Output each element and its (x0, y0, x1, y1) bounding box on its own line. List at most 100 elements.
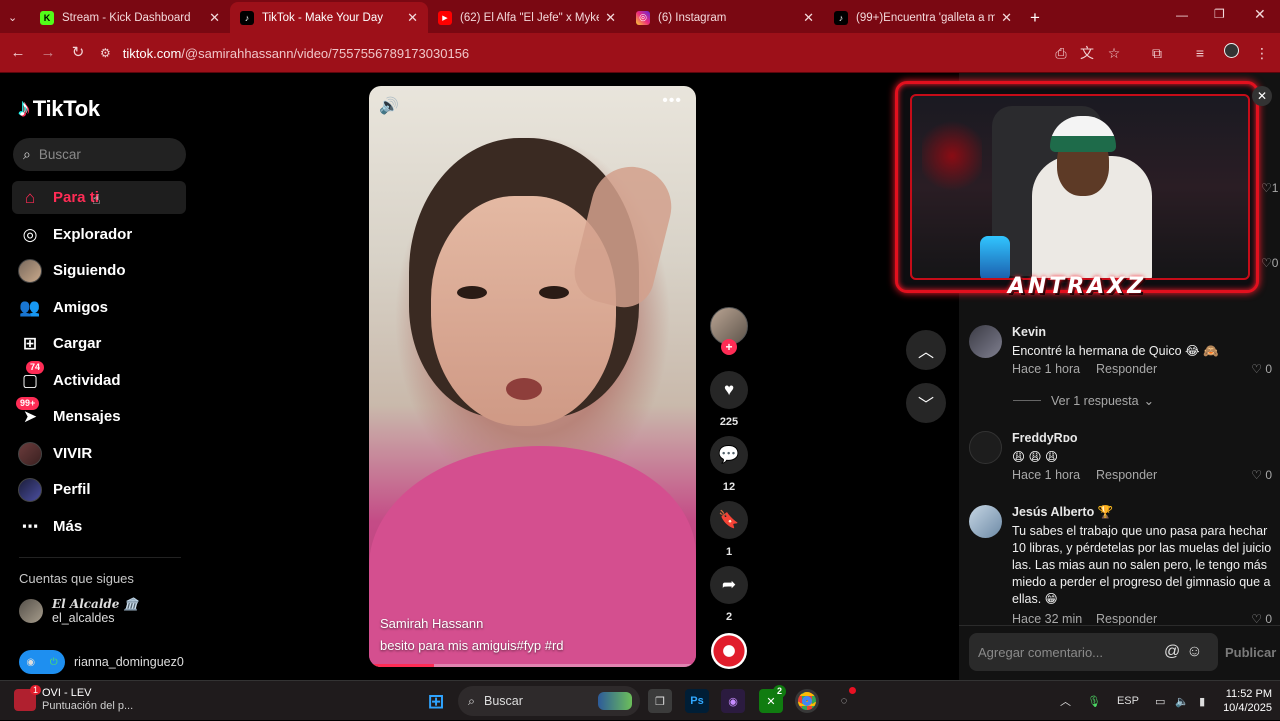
sidebar-item-vivir[interactable]: VIVIR (12, 437, 186, 470)
language-indicator[interactable]: ESP (1117, 695, 1139, 707)
extensions-icon[interactable]: ⧉ (1145, 41, 1169, 65)
close-icon[interactable]: ✕ (209, 10, 220, 26)
webcam-glow (922, 116, 982, 196)
url-field[interactable]: ⚙ tiktok.com/@samirahhassann/video/75575… (100, 38, 1130, 68)
comment-input[interactable] (978, 644, 1158, 660)
close-icon[interactable]: ✕ (803, 10, 814, 26)
chrome-icon[interactable] (795, 689, 819, 713)
reply-button[interactable]: Responder (1096, 612, 1157, 625)
windows-start-icon[interactable]: ⊞ (424, 689, 448, 713)
sidebar-search[interactable]: ⌕ (13, 138, 186, 171)
upload-icon: ⊞ (22, 333, 38, 353)
toggle-switch-icon[interactable]: ◉ ⏻ (19, 650, 65, 674)
microphone-icon[interactable]: 🎙 (1087, 695, 1101, 708)
tab-tiktok[interactable]: ♪ TikTok - Make Your Day ✕ (230, 2, 428, 33)
capture-app-icon[interactable]: ◉ (721, 689, 745, 713)
sidebar-item-cargar[interactable]: ⊞ Cargar (12, 327, 186, 360)
reload-button[interactable]: ↻ (66, 41, 90, 65)
avatar[interactable] (969, 431, 1002, 464)
close-icon[interactable]: ✕ (407, 10, 418, 26)
heart-icon: ♥ (723, 380, 735, 399)
xbox-icon[interactable]: ✕ 2 (759, 685, 787, 713)
volume-icon[interactable]: 🔈 (1175, 695, 1189, 708)
comment-button[interactable]: 💬 (710, 436, 748, 474)
mention-icon[interactable]: @ (1164, 643, 1180, 661)
like-button[interactable]: ♥ (710, 371, 748, 409)
sidebar-item-actividad[interactable]: ▢ 74 Actividad (12, 360, 186, 397)
following-account[interactable]: El Alcalde 🏛️ el_alcaldes (19, 597, 139, 625)
comment-like-button[interactable]: ♡ 0 (1251, 362, 1272, 376)
comment-like-button[interactable]: ♡ 0 (1251, 468, 1272, 482)
comment-item: FreddyRᴅᴏ 😩 😩 😩 Hace 1 hora Responder ♡ … (969, 431, 1274, 491)
sidebar-item-siguiendo[interactable]: Siguiendo (12, 254, 186, 287)
view-replies-link[interactable]: Ver 1 respuesta ⌄ (1013, 393, 1154, 408)
close-icon[interactable]: ✕ (1001, 10, 1012, 26)
emoji-icon[interactable]: ☺ (1186, 643, 1202, 661)
translate-icon[interactable]: 文 (1075, 41, 1099, 65)
comment-like-count[interactable]: ♡1 (1261, 181, 1278, 195)
install-app-icon[interactable]: ⎙ (1049, 41, 1073, 65)
network-icon[interactable]: ▭ (1155, 695, 1165, 708)
tiktok-logo[interactable]: ♪ TikTok (18, 95, 100, 123)
close-icon[interactable]: ✕ (605, 10, 616, 26)
video-player[interactable]: 🔊 ••• Samirah Hassann besito para mis am… (369, 86, 696, 667)
task-view-icon[interactable]: ❐ (648, 689, 672, 713)
sidebar-item-mensajes[interactable]: ➤ 99+ Mensajes (12, 396, 186, 433)
taskbar-widget[interactable]: 1 OVI - LEV Puntuación del p... (14, 685, 133, 713)
comment-count: 12 (722, 481, 736, 493)
follow-plus-icon[interactable]: + (721, 339, 737, 355)
site-info-icon[interactable]: ⚙ (100, 46, 111, 60)
publish-button[interactable]: Publicar (1225, 645, 1276, 660)
comment-input-box[interactable]: @ ☺ (969, 633, 1218, 671)
compass-icon: ◎ (22, 224, 38, 244)
avatar[interactable] (969, 505, 1002, 538)
following-account[interactable]: ◉ ⏻ rianna_dominguez0 (19, 650, 184, 674)
video-author[interactable]: Samirah Hassann (380, 616, 483, 631)
battery-icon[interactable]: ▮ (1199, 695, 1205, 708)
window-close-button[interactable]: ✕ (1254, 6, 1266, 23)
video-progress-bar[interactable] (369, 664, 696, 667)
taskbar-clock[interactable]: 11:52 PM 10/4/2025 (1212, 687, 1272, 715)
save-button[interactable]: 🔖 (710, 501, 748, 539)
sidebar-item-amigos[interactable]: 👥 Amigos (12, 291, 186, 324)
taskbar-search[interactable]: ⌕ Buscar (458, 686, 640, 716)
obs-icon[interactable]: ◌ (832, 687, 856, 713)
photoshop-icon[interactable]: Ps (685, 689, 709, 713)
tab-tiktok-search[interactable]: ♪ (99+)Encuentra 'galleta a matar ✕ (824, 2, 1022, 33)
volume-icon[interactable]: 🔊 (379, 96, 399, 116)
tab-youtube[interactable]: ▶ (62) El Alfa "El Jefe" x Myke Tow ✕ (428, 2, 626, 33)
browser-menu-icon[interactable]: ⋮ (1250, 41, 1274, 65)
profile-icon[interactable] (1219, 41, 1243, 65)
close-comments-button[interactable]: ✕ (1252, 86, 1272, 106)
restore-button[interactable]: ❐ (1214, 7, 1225, 21)
next-video-button[interactable]: ﹀ (906, 383, 946, 423)
heart-outline-icon: ♡ (1251, 362, 1262, 376)
new-tab-button[interactable]: + (1024, 2, 1050, 33)
tab-search-menu[interactable]: ⌄ (4, 2, 30, 33)
comment-bubble-icon: 💬 (718, 445, 740, 464)
reply-button[interactable]: Responder (1096, 468, 1157, 482)
avatar[interactable] (969, 325, 1002, 358)
tab-kick[interactable]: K Stream - Kick Dashboard ✕ (30, 2, 230, 33)
sidebar-item-explorador[interactable]: ◎ Explorador (12, 218, 186, 251)
media-control-icon[interactable]: ≡ (1188, 41, 1212, 65)
comment-like-count[interactable]: ♡0 (1261, 256, 1278, 270)
music-disc-icon[interactable] (711, 633, 747, 669)
sidebar-item-mas[interactable]: ⋯ Más (12, 510, 186, 543)
more-options-icon[interactable]: ••• (662, 92, 682, 110)
search-input[interactable] (38, 147, 169, 162)
comment-like-button[interactable]: ♡ 0 (1251, 612, 1272, 625)
previous-video-button[interactable]: ︿ (906, 330, 946, 370)
share-button[interactable]: ➦ (710, 566, 748, 604)
chevron-up-icon[interactable]: ︿ (1060, 693, 1071, 709)
bookmark-star-icon[interactable]: ☆ (1102, 41, 1126, 65)
divider (19, 557, 181, 558)
back-button[interactable]: ← (6, 41, 30, 65)
sidebar-item-perfil[interactable]: Perfil (12, 473, 186, 506)
browser-tab-strip: ⌄ K Stream - Kick Dashboard ✕ ♪ TikTok -… (0, 0, 1280, 33)
forward-button[interactable]: → (36, 41, 60, 65)
minimize-button[interactable]: — (1176, 8, 1188, 22)
reply-button[interactable]: Responder (1096, 362, 1157, 376)
kick-icon: K (40, 10, 54, 25)
tab-instagram[interactable]: ◎ (6) Instagram ✕ (626, 2, 824, 33)
